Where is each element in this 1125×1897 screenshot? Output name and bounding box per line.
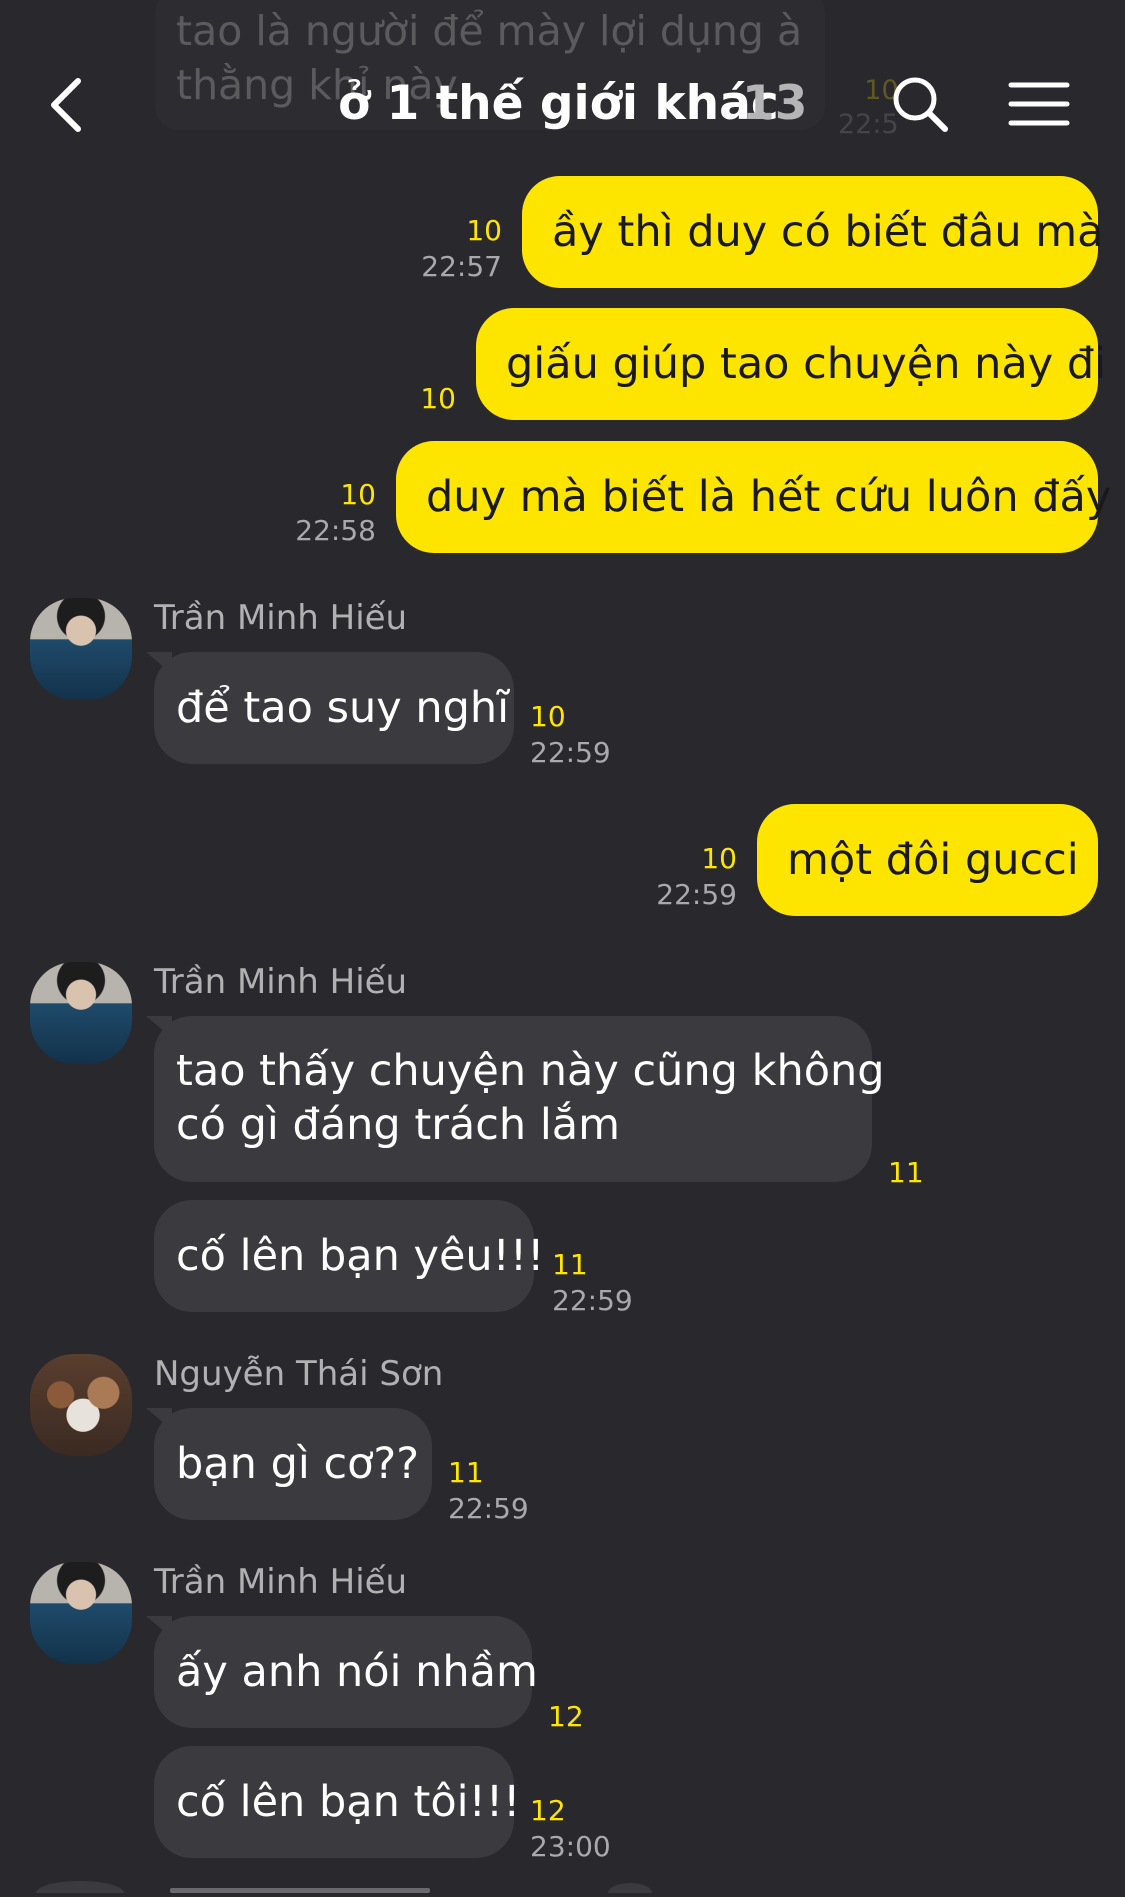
chevron-left-icon	[51, 78, 81, 132]
message-time: 23:00	[530, 1830, 611, 1863]
chat-title[interactable]: ở 1 thế giới khác	[338, 76, 779, 131]
unread-count: 10	[420, 382, 456, 415]
message-line: tao thấy chuyện này cũng không	[176, 1046, 885, 1096]
search-button[interactable]	[890, 74, 950, 134]
incoming-message-bubble[interactable]: ấy anh nói nhầm	[154, 1616, 538, 1728]
unread-count: 10	[701, 842, 737, 875]
incoming-message-bubble[interactable]: tao thấy chuyện này cũng không có gì đán…	[154, 1016, 885, 1182]
sender-name: Trần Minh Hiếu	[154, 598, 408, 638]
message-line: có gì đáng trách lắm	[176, 1100, 621, 1150]
message-time: 22:57	[421, 250, 502, 283]
outgoing-message-bubble[interactable]: duy mà biết là hết cứu luôn đấy	[396, 441, 1111, 553]
sender-name: Nguyễn Thái Sơn	[154, 1354, 444, 1394]
message-time: 22:59	[656, 878, 737, 911]
unread-count: 12	[548, 1700, 584, 1733]
sender-name: Trần Minh Hiếu	[154, 1562, 408, 1602]
unread-count: 10	[340, 478, 376, 511]
avatar[interactable]	[30, 962, 132, 1064]
message-time: 22:59	[530, 736, 611, 769]
incoming-message-bubble[interactable]: bạn gì cơ??	[154, 1408, 432, 1520]
avatar[interactable]	[30, 1562, 132, 1664]
unread-count: 10	[466, 214, 502, 247]
incoming-message-bubble[interactable]: để tao suy nghĩ	[154, 652, 514, 764]
outgoing-message-bubble[interactable]: giấu giúp tao chuyện này đi	[476, 308, 1106, 420]
hamburger-menu-icon	[1008, 82, 1070, 126]
unread-count: 11	[552, 1248, 588, 1281]
message-time: 22:59	[552, 1284, 633, 1317]
back-button[interactable]	[44, 75, 94, 135]
message-time: 22:58	[295, 514, 376, 547]
member-count: 13	[742, 76, 808, 131]
unread-count: 10	[530, 700, 566, 733]
search-icon	[893, 77, 948, 132]
unread-count: 11	[448, 1456, 484, 1489]
incoming-message-bubble[interactable]: cố lên bạn tôi!!!	[154, 1746, 520, 1858]
sender-name: Trần Minh Hiếu	[154, 962, 408, 1002]
outgoing-message-bubble[interactable]: ầy thì duy có biết đâu mà	[522, 176, 1104, 288]
avatar[interactable]	[30, 598, 132, 700]
incoming-message-bubble[interactable]: cố lên bạn yêu!!!	[154, 1200, 544, 1312]
unread-count: 11	[888, 1156, 924, 1189]
avatar[interactable]	[30, 1354, 132, 1456]
unread-count: 12	[530, 1794, 566, 1827]
message-time: 22:59	[448, 1492, 529, 1525]
outgoing-message-bubble[interactable]: một đôi gucci	[757, 804, 1098, 916]
menu-button[interactable]	[1008, 80, 1070, 128]
next-message-cutoff	[0, 1872, 1125, 1897]
